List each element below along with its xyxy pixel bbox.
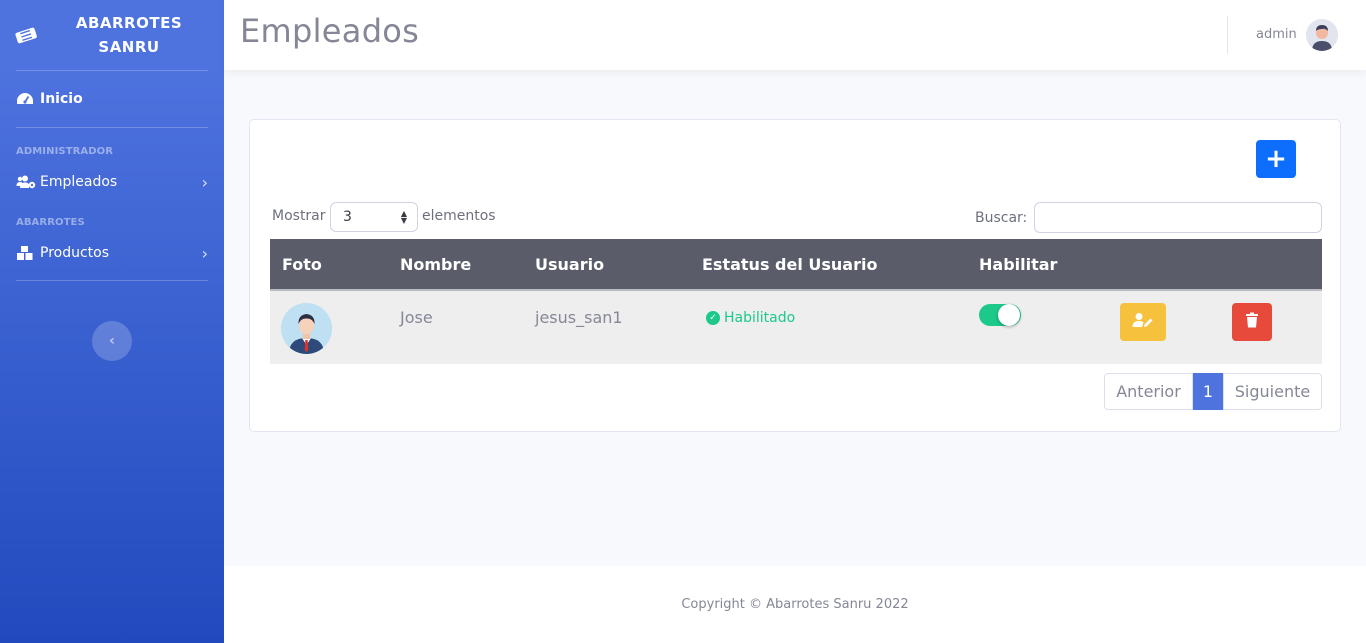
chevron-right-icon: › [201, 243, 208, 263]
chevron-left-icon: ‹ [109, 333, 115, 349]
elements-label: elementos [422, 208, 496, 224]
length-label: Mostrar [272, 208, 326, 224]
sidebar-item-label: Empleados [40, 174, 118, 190]
copyright-text: Copyright © Abarrotes Sanru 2022 [681, 597, 909, 612]
table-header: Foto Nombre Usuario Estatus del Usuario … [270, 239, 1322, 289]
select-arrows-icon: ▲ ▼ [400, 209, 407, 225]
users-cog-icon [16, 174, 36, 190]
current-page-button[interactable]: 1 [1193, 373, 1223, 410]
status-badge: ✓ Habilitado [706, 310, 795, 326]
trash-icon [1245, 312, 1259, 332]
column-header-estatus[interactable]: Estatus del Usuario [702, 255, 877, 274]
sidebar-heading-admin: ADMINISTRADOR [16, 146, 114, 157]
plus-icon: + [1265, 144, 1287, 174]
sidebar: ABARROTES SANRU Inicio ADMINISTRADOR Emp… [0, 0, 224, 643]
column-header-habilitar[interactable]: Habilitar [979, 255, 1057, 274]
boxes-icon [16, 245, 36, 261]
topbar-divider [1227, 16, 1228, 54]
sidebar-item-inicio[interactable]: Inicio [0, 71, 224, 127]
employee-name: Jose [400, 308, 433, 327]
table-row: Jose jesus_san1 ✓ Habilitado [270, 289, 1322, 364]
user-name[interactable]: admin [1256, 27, 1297, 42]
pagination: Anterior 1 Siguiente [1104, 373, 1322, 410]
sidebar-item-productos[interactable]: Productos › [0, 228, 224, 278]
page-length-value: 3 [343, 209, 352, 225]
user-avatar[interactable] [1306, 19, 1338, 51]
enable-toggle[interactable] [979, 304, 1021, 326]
chevron-right-icon: › [201, 172, 208, 192]
toggle-knob [998, 304, 1020, 326]
page-length-select[interactable]: 3 ▲ ▼ [330, 202, 418, 232]
column-header-usuario[interactable]: Usuario [535, 255, 604, 274]
sidebar-item-label: Inicio [40, 91, 83, 107]
edit-employee-button[interactable] [1120, 303, 1166, 341]
search-input[interactable] [1034, 202, 1322, 233]
column-header-nombre[interactable]: Nombre [400, 255, 471, 274]
topbar: Empleados admin [224, 0, 1366, 70]
search-label: Buscar: [975, 210, 1028, 226]
employee-photo [281, 303, 332, 354]
delete-employee-button[interactable] [1232, 303, 1272, 341]
tachometer-icon [16, 91, 36, 107]
employee-username: jesus_san1 [535, 308, 623, 327]
user-edit-icon [1132, 312, 1154, 332]
sidebar-heading-store: ABARROTES [16, 217, 85, 228]
sidebar-brand[interactable]: ABARROTES SANRU [0, 0, 224, 70]
employees-card: + Mostrar 3 ▲ ▼ elementos Buscar: Foto No… [249, 119, 1341, 432]
sidebar-divider [16, 280, 208, 281]
next-page-button[interactable]: Siguiente [1223, 373, 1322, 410]
brand-name: ABARROTES SANRU [38, 11, 224, 59]
ticket-icon [14, 23, 38, 47]
previous-page-button[interactable]: Anterior [1104, 373, 1193, 410]
add-employee-button[interactable]: + [1256, 140, 1296, 178]
brand-line-2: SANRU [98, 38, 160, 56]
page-title: Empleados [240, 12, 420, 50]
footer: Copyright © Abarrotes Sanru 2022 [224, 566, 1366, 643]
sidebar-toggle-button[interactable]: ‹ [92, 321, 132, 361]
check-circle-icon: ✓ [706, 311, 720, 325]
status-text: Habilitado [724, 310, 796, 326]
sidebar-item-label: Productos [40, 245, 110, 261]
sidebar-item-empleados[interactable]: Empleados › [0, 157, 224, 207]
brand-line-1: ABARROTES [75, 14, 183, 32]
column-header-foto[interactable]: Foto [282, 255, 322, 274]
